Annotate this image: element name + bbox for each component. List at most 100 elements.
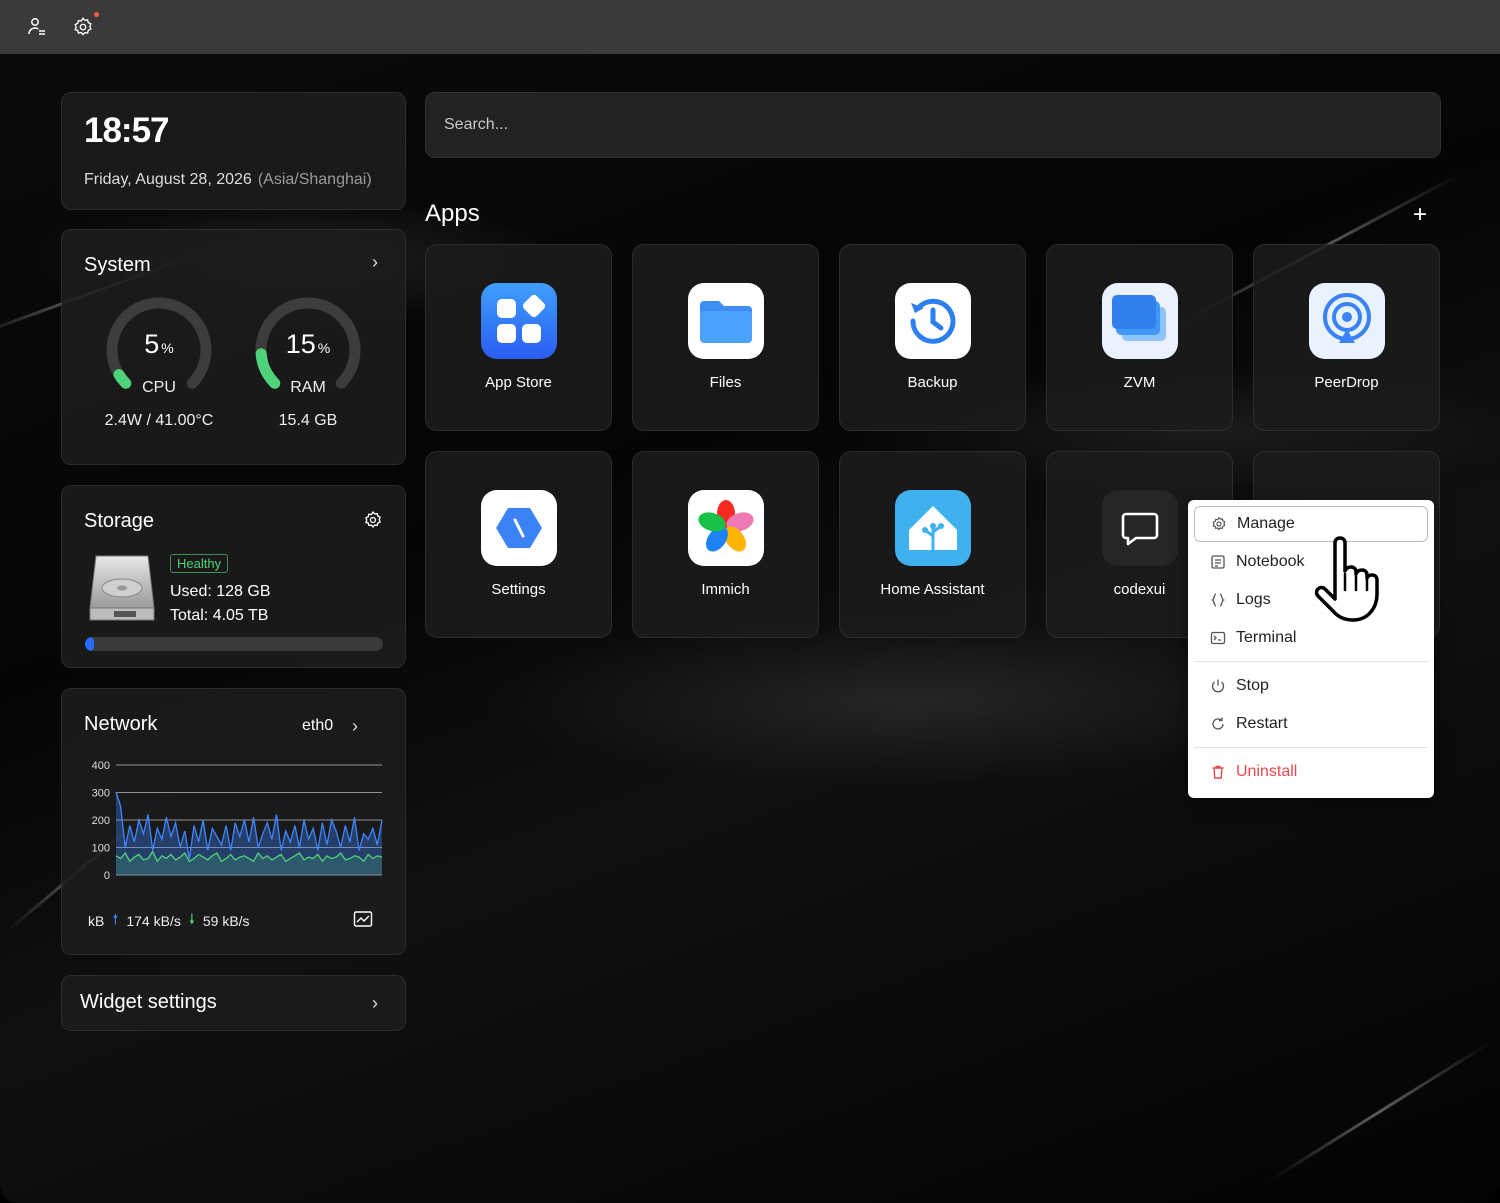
home-assistant-icon <box>895 490 971 566</box>
app-tile[interactable]: App Store <box>425 244 612 431</box>
ram-detail: 15.4 GB <box>278 412 338 429</box>
cpu-percent: 5% <box>104 329 214 360</box>
immich-pinwheel-icon <box>688 490 764 566</box>
y-tick-label: 100 <box>92 843 110 855</box>
y-tick-label: 200 <box>92 815 110 827</box>
menu-item-label: Logs <box>1236 591 1271 608</box>
clock-date-text: Friday, August 28, 2026 <box>84 171 252 188</box>
y-tick-label: 300 <box>92 788 110 800</box>
hand-cursor-icon <box>1314 536 1379 622</box>
menu-item-uninstall[interactable]: Uninstall <box>1194 754 1428 790</box>
search-input[interactable] <box>425 92 1441 158</box>
ram-label: RAM <box>290 379 326 396</box>
menu-item-terminal[interactable]: Terminal <box>1194 620 1428 656</box>
peerdrop-airdrop-icon <box>1309 283 1385 359</box>
menu-item-restart[interactable]: Restart <box>1194 706 1428 742</box>
app-label: Files <box>709 374 742 391</box>
app-store-icon <box>481 283 557 359</box>
apps-title: Apps <box>425 200 480 227</box>
clock-time: 18:57 <box>84 111 170 150</box>
ram-percent: 15% <box>253 329 363 360</box>
user-list-icon[interactable] <box>26 16 48 38</box>
menu-divider <box>1194 747 1428 748</box>
app-label: App Store <box>485 374 552 391</box>
app-label: ZVM <box>1123 374 1156 391</box>
app-label: Backup <box>907 374 958 391</box>
app-tile[interactable]: Settings <box>425 451 612 638</box>
storage-usage-bar <box>85 637 383 651</box>
trash-icon <box>1212 765 1224 779</box>
y-tick-label: 0 <box>104 870 110 882</box>
gear-icon[interactable] <box>72 12 99 38</box>
clock-date: Friday, August 28, 2026 (Asia/Shanghai) <box>84 171 372 189</box>
ram-percent-unit: % <box>317 340 331 356</box>
upload-arrow-icon: 🠕 <box>112 911 119 927</box>
cpu-detail: 2.4W / 41.00°C <box>104 412 214 429</box>
menu-item-label: Notebook <box>1236 553 1305 570</box>
power-icon <box>1211 679 1225 693</box>
add-app-button[interactable]: + <box>1413 201 1427 229</box>
download-arrow-icon: 🠗 <box>188 911 195 927</box>
cpu-label: CPU <box>142 379 176 396</box>
unit-label: kB <box>88 913 105 929</box>
settings-hexagon-icon <box>481 490 557 566</box>
notebook-icon <box>1211 555 1225 569</box>
widget-settings-label: Widget settings <box>80 991 217 1013</box>
app-tile[interactable]: Immich <box>632 451 819 638</box>
folder-icon <box>688 283 764 359</box>
menu-item-label: Restart <box>1236 715 1288 732</box>
menu-item-label: Uninstall <box>1236 763 1298 780</box>
ram-percent-value: 15 <box>285 329 316 359</box>
network-title: Network <box>84 713 158 735</box>
y-tick-label: 400 <box>92 760 110 772</box>
notification-dot <box>94 12 99 17</box>
interface-selector[interactable]: eth0 <box>302 717 333 735</box>
chat-bubble-icon <box>1102 490 1178 566</box>
cpu-gauge: 5% CPU <box>104 295 214 405</box>
chart-icon[interactable] <box>353 910 373 928</box>
status-badge: Healthy <box>170 554 229 573</box>
storage-widget: Storage Healthy Used: 128 GB Total: 4.05… <box>61 485 406 668</box>
clock-widget: 18:57 Friday, August 28, 2026 (Asia/Shang… <box>61 92 406 210</box>
menu-item-label: Terminal <box>1236 629 1297 646</box>
hard-drive-icon <box>88 554 156 624</box>
top-bar <box>0 0 1500 54</box>
zvm-windows-icon <box>1102 283 1178 359</box>
menu-divider <box>1194 661 1428 662</box>
app-label: Home Assistant <box>880 581 985 598</box>
app-tile[interactable]: Home Assistant <box>839 451 1026 638</box>
app-tile[interactable]: Backup <box>839 244 1026 431</box>
storage-usage-fill <box>85 637 94 651</box>
restart-icon <box>1212 717 1224 730</box>
background-streak <box>1268 1041 1492 1182</box>
braces-icon <box>1211 593 1225 607</box>
backup-clock-icon <box>895 283 971 359</box>
clock-timezone: (Asia/Shanghai) <box>257 171 372 188</box>
app-tile[interactable]: Files <box>632 244 819 431</box>
download-rate: 59 kB/s <box>202 913 250 929</box>
storage-used: Used: 128 GB <box>170 583 271 600</box>
network-widget: Network eth0 › 400 300 200 100 0 kB 🠕 174 kB… <box>61 688 406 955</box>
network-chart: 400 300 200 100 0 <box>92 760 383 882</box>
menu-item-label: Manage <box>1237 515 1295 532</box>
chevron-right-icon[interactable]: › <box>372 252 378 273</box>
terminal-icon <box>1210 631 1226 645</box>
storage-title: Storage <box>84 510 155 532</box>
chevron-right-icon: › <box>372 993 378 1013</box>
app-label: PeerDrop <box>1314 374 1379 391</box>
cpu-percent-unit: % <box>161 340 174 356</box>
gear-icon[interactable] <box>363 510 383 530</box>
menu-item-stop[interactable]: Stop <box>1194 668 1428 704</box>
app-label: Settings <box>491 581 546 598</box>
app-tile[interactable]: PeerDrop <box>1253 244 1440 431</box>
network-stats: kB 🠕 174 kB/s 🠗 59 kB/s <box>88 909 250 933</box>
gear-icon <box>1212 516 1226 531</box>
widget-settings-button[interactable]: Widget settings › <box>61 975 406 1031</box>
system-widget: System › 5% CPU 2.4W / 41.00°C 15% RAM 1… <box>61 229 406 465</box>
app-label: Immich <box>701 581 750 598</box>
ram-gauge: 15% RAM <box>253 295 363 405</box>
app-tile[interactable]: ZVM <box>1046 244 1233 431</box>
system-title: System <box>84 254 151 276</box>
chevron-right-icon[interactable]: › <box>352 716 358 737</box>
cpu-percent-value: 5 <box>144 329 160 359</box>
